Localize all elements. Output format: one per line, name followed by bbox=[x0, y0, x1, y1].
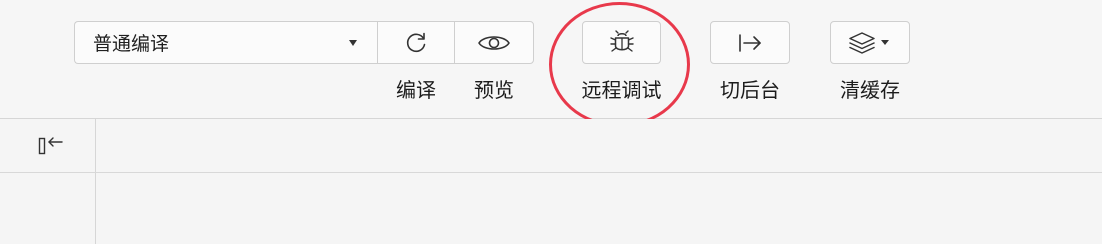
tab-strip bbox=[96, 119, 1102, 172]
eye-icon bbox=[477, 32, 511, 54]
layers-icon bbox=[847, 30, 893, 56]
content-area bbox=[96, 173, 1102, 244]
dropdown-caret-icon bbox=[349, 40, 357, 46]
compile-mode-select[interactable]: 普通编译 bbox=[74, 21, 378, 64]
compile-label: 编译 bbox=[396, 78, 436, 102]
switch-background-label: 切后台 bbox=[720, 78, 780, 102]
preview-button[interactable] bbox=[454, 21, 534, 64]
highlight-circle-annotation bbox=[549, 2, 690, 127]
exit-arrow-icon bbox=[735, 32, 765, 54]
clear-cache-button[interactable] bbox=[830, 21, 910, 64]
switch-background-button[interactable] bbox=[710, 21, 790, 64]
collapse-left-icon[interactable] bbox=[36, 133, 66, 159]
horizontal-divider bbox=[0, 172, 1102, 173]
preview-label: 预览 bbox=[474, 78, 514, 102]
compile-mode-value: 普通编译 bbox=[93, 33, 170, 55]
clear-cache-label: 清缓存 bbox=[840, 78, 900, 102]
compile-button[interactable] bbox=[377, 21, 455, 64]
refresh-icon bbox=[403, 30, 429, 56]
